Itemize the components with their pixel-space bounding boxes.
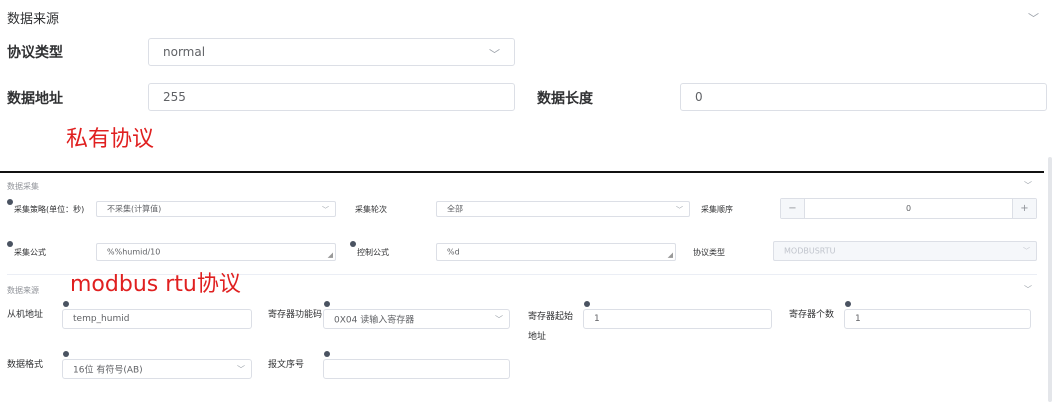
protocol-type-select[interactable]: normal ﹀ [148, 38, 515, 66]
protocol-type-value: normal [163, 45, 206, 59]
chevron-down-icon: ﹀ [495, 315, 503, 324]
resize-handle-icon[interactable]: ◢ [668, 251, 673, 259]
data-address-label: 数据地址 [7, 91, 63, 107]
help-icon[interactable] [584, 301, 590, 307]
data-format-value: 16位 有符号(AB) [73, 365, 143, 376]
formula-textarea[interactable]: %%humid/10 ◢ [96, 243, 336, 261]
register-count-value: 1 [855, 314, 861, 324]
register-start-input[interactable]: 1 [583, 309, 772, 329]
control-formula-value: %d [447, 247, 460, 257]
order-minus-button[interactable]: − [781, 199, 805, 218]
chevron-down-icon: ﹀ [676, 206, 683, 214]
register-start-value: 1 [594, 314, 600, 324]
order-value: 0 [905, 204, 912, 213]
slave-address-value: temp_humid [73, 314, 130, 324]
register-count-label: 寄存器个数 [789, 310, 835, 320]
chevron-down-icon: ﹀ [322, 206, 329, 214]
help-icon[interactable] [324, 351, 330, 357]
chevron-down-icon: ﹀ [489, 48, 500, 61]
message-seq-label: 报文序号 [268, 360, 305, 370]
order-stepper[interactable]: − 0 + [780, 198, 1037, 219]
data-format-label: 数据格式 [7, 360, 44, 370]
register-function-select[interactable]: 0X04 读输入寄存器 ﹀ [323, 309, 510, 329]
help-icon[interactable] [7, 199, 13, 205]
order-label: 采集顺序 [701, 205, 733, 214]
source-section-title: 数据来源 [7, 286, 39, 295]
collect-protocol-label: 协议类型 [693, 248, 725, 257]
chevron-down-icon: ﹀ [237, 365, 245, 374]
help-icon[interactable] [63, 301, 69, 307]
strategy-value: 不采集(计算值) [107, 204, 162, 214]
collect-section-collapse-icon[interactable]: ﹀ [1024, 180, 1032, 191]
rounds-label: 采集轮次 [355, 205, 387, 214]
collect-protocol-value: MODBUSRTU [784, 246, 836, 256]
help-icon[interactable] [324, 301, 330, 307]
annotation-modbus-rtu: modbus rtu协议 [70, 272, 241, 297]
divider-line [0, 171, 1054, 173]
protocol-type-label: 协议类型 [7, 45, 63, 61]
top-section-title: 数据来源 [7, 12, 60, 27]
strategy-label: 采集策略(单位：秒) [14, 205, 85, 214]
rounds-value: 全部 [447, 204, 463, 214]
rounds-select[interactable]: 全部 ﹀ [436, 201, 690, 217]
register-function-value: 0X04 读输入寄存器 [334, 315, 415, 326]
source-section-collapse-icon[interactable]: ﹀ [1024, 284, 1032, 295]
scrollbar-thumb[interactable] [1048, 157, 1052, 402]
collect-section-title: 数据采集 [7, 182, 39, 191]
register-start-label: 寄存器起始地址 [528, 312, 574, 342]
register-function-label: 寄存器功能码 [268, 310, 323, 320]
data-address-input[interactable]: 255 [148, 83, 515, 111]
slave-address-label: 从机地址 [7, 310, 44, 320]
top-section-collapse-icon[interactable]: ﹀ [1028, 10, 1039, 26]
help-icon[interactable] [845, 301, 851, 307]
data-length-value: 0 [695, 90, 703, 104]
help-icon[interactable] [63, 351, 69, 357]
formula-value: %%humid/10 [107, 247, 161, 257]
control-formula-textarea[interactable]: %d ◢ [436, 243, 676, 261]
data-format-select[interactable]: 16位 有符号(AB) ﹀ [62, 359, 252, 379]
chevron-down-icon: ﹀ [1023, 247, 1030, 255]
control-formula-label: 控制公式 [357, 248, 389, 257]
message-seq-input[interactable] [323, 359, 510, 379]
collect-protocol-select[interactable]: MODBUSRTU ﹀ [773, 241, 1037, 261]
data-length-input[interactable]: 0 [680, 83, 1047, 111]
data-length-label: 数据长度 [537, 91, 593, 107]
register-count-input[interactable]: 1 [844, 309, 1031, 329]
strategy-select[interactable]: 不采集(计算值) ﹀ [96, 201, 336, 217]
formula-label: 采集公式 [14, 248, 46, 257]
data-address-value: 255 [163, 90, 186, 104]
order-plus-button[interactable]: + [1012, 199, 1036, 218]
help-icon[interactable] [350, 241, 356, 247]
annotation-private-protocol: 私有协议 [66, 127, 155, 152]
resize-handle-icon[interactable]: ◢ [328, 251, 333, 259]
slave-address-input[interactable]: temp_humid [62, 309, 252, 329]
help-icon[interactable] [7, 241, 13, 247]
